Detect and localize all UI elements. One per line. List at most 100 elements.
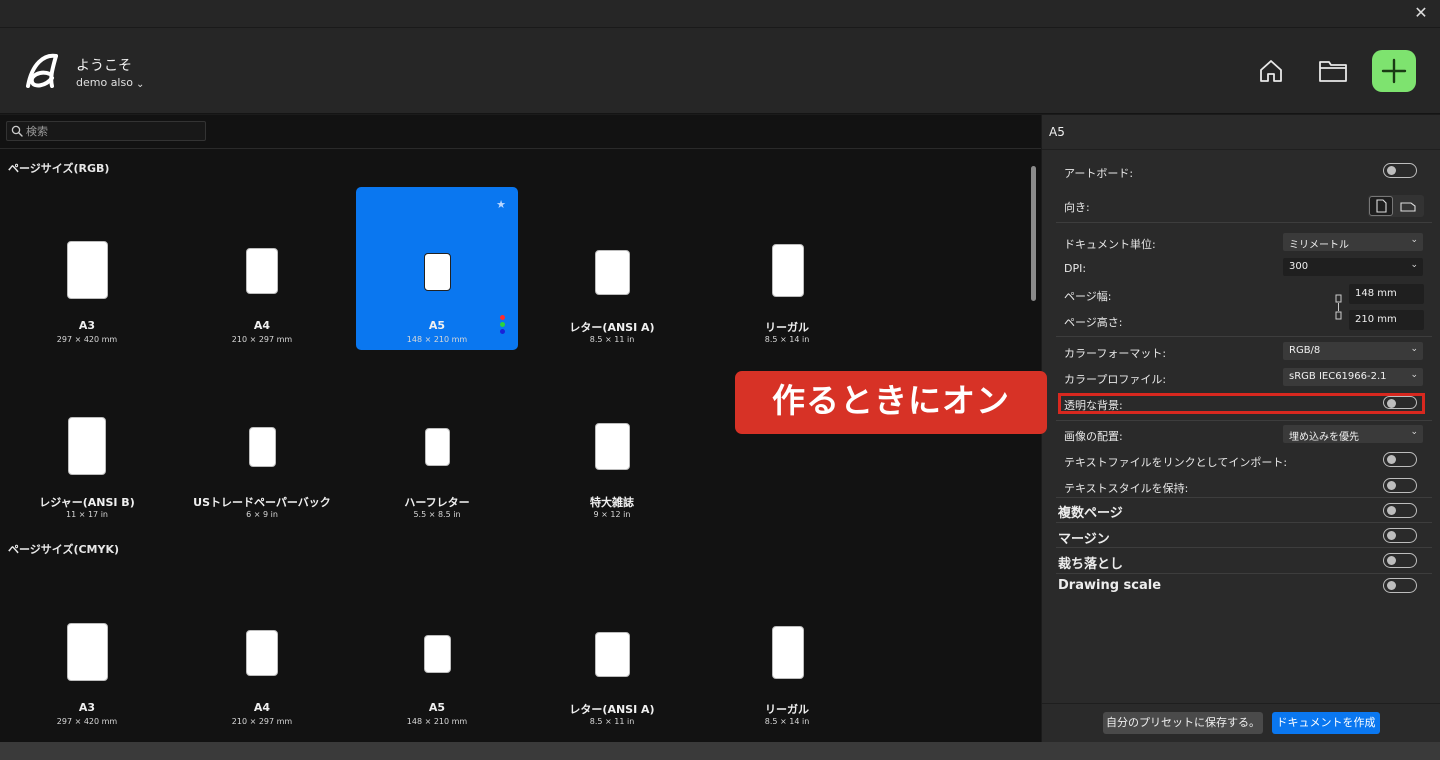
section-title-rgb: ページサイズ(RGB) (8, 162, 110, 175)
preset-card-cmyk-a4[interactable]: A4 210 × 297 mm (181, 569, 343, 732)
page-thumbnail (595, 423, 630, 470)
rgb-color-dots-icon (500, 315, 505, 336)
window-titlebar: ✕ (0, 0, 1440, 28)
multi-page-section[interactable]: 複数ページ (1058, 502, 1123, 521)
page-thumbnail (249, 427, 276, 467)
open-folder-button[interactable] (1311, 50, 1355, 92)
preset-name: レジャー(ANSI B) (39, 496, 135, 509)
keep-text-style-toggle[interactable] (1383, 478, 1417, 493)
artboard-label: アートボード: (1064, 167, 1134, 180)
chevron-down-icon: ⌄ (1410, 235, 1418, 245)
preset-card-letter[interactable]: レター(ANSI A) 8.5 × 11 in (531, 187, 693, 350)
color-format-select[interactable]: RGB/8 ⌄ (1283, 342, 1423, 360)
document-units-label: ドキュメント単位: (1064, 238, 1156, 251)
preset-card-half-letter[interactable]: ハーフレター 5.5 × 8.5 in (356, 362, 518, 525)
preset-card-cmyk-a3[interactable]: A3 297 × 420 mm (6, 569, 168, 732)
search-input[interactable] (26, 124, 196, 138)
page-thumbnail (772, 626, 804, 679)
preset-name: A5 (428, 319, 446, 332)
vertical-scrollbar[interactable] (1031, 166, 1036, 301)
chevron-down-icon: ⌄ (1410, 370, 1418, 380)
preset-size: 5.5 × 8.5 in (413, 510, 461, 519)
preset-card-tabloid-magazine[interactable]: 特大雑誌 9 × 12 in (531, 362, 693, 525)
document-units-value: ミリメートル (1289, 240, 1349, 251)
keep-text-style-label: テキストスタイルを保持: (1064, 482, 1189, 495)
page-width-field[interactable]: 148 mm (1349, 284, 1424, 304)
margins-section[interactable]: マージン (1058, 528, 1110, 547)
page-thumbnail (595, 250, 630, 295)
divider (1056, 336, 1432, 337)
save-preset-button[interactable]: 自分のプリセットに保存する。 (1103, 712, 1263, 734)
page-height-field[interactable]: 210 mm (1349, 310, 1424, 330)
home-button[interactable] (1249, 50, 1293, 92)
section-title-cmyk: ページサイズ(CMYK) (8, 543, 120, 556)
chevron-down-icon: ⌄ (135, 79, 145, 90)
preset-size: 11 × 17 in (66, 510, 108, 519)
image-placement-select[interactable]: 埋め込みを優先 ⌄ (1283, 425, 1423, 443)
import-text-as-link-toggle[interactable] (1383, 452, 1417, 467)
plus-icon (1381, 58, 1407, 84)
star-icon[interactable]: ★ (496, 198, 506, 211)
preset-size: 297 × 420 mm (56, 717, 118, 726)
drawing-scale-section[interactable]: Drawing scale (1058, 578, 1161, 593)
close-icon[interactable]: ✕ (1412, 4, 1430, 22)
user-menu[interactable]: demo also ⌄ (76, 76, 145, 90)
artboard-toggle[interactable] (1383, 163, 1417, 178)
preset-card-a3[interactable]: A3 297 × 420 mm (6, 187, 168, 350)
dpi-select[interactable]: 300 ⌄ (1283, 258, 1423, 276)
annotation-callout: 作るときにオン (735, 371, 1047, 434)
preset-size: 210 × 297 mm (231, 335, 293, 344)
image-placement-label: 画像の配置: (1064, 430, 1123, 443)
preset-card-ledger[interactable]: レジャー(ANSI B) 11 × 17 in (6, 362, 168, 525)
preset-name: リーガル (765, 321, 809, 334)
import-text-as-link-label: テキストファイルをリンクとしてインポート: (1064, 456, 1288, 469)
preset-card-a5-selected[interactable]: ★ A5 148 × 210 mm (356, 187, 518, 350)
bottom-status-strip (0, 742, 1440, 760)
bleed-section[interactable]: 裁ち落とし (1058, 553, 1123, 572)
preset-card-cmyk-legal[interactable]: リーガル 8.5 × 14 in (706, 569, 868, 732)
portrait-button[interactable] (1369, 196, 1393, 216)
preset-name: A5 (428, 701, 446, 714)
green-dot (500, 322, 505, 327)
divider (1042, 703, 1440, 704)
chevron-down-icon: ⌄ (1410, 344, 1418, 354)
preset-size: 9 × 12 in (593, 510, 631, 519)
preset-card-cmyk-a5[interactable]: A5 148 × 210 mm (356, 569, 518, 732)
preset-size: 148 × 210 mm (406, 335, 468, 344)
image-placement-value: 埋め込みを優先 (1289, 432, 1359, 443)
preset-size: 8.5 × 14 in (764, 717, 810, 726)
bleed-toggle[interactable] (1383, 553, 1417, 568)
chevron-down-icon: ⌄ (1410, 427, 1418, 437)
page-thumbnail (425, 428, 450, 466)
preset-size: 6 × 9 in (246, 510, 278, 519)
preset-size: 8.5 × 14 in (764, 335, 810, 344)
welcome-text: ようこそ (76, 58, 132, 74)
color-profile-select[interactable]: sRGB IEC61966-2.1 ⌄ (1283, 368, 1423, 386)
document-units-select[interactable]: ミリメートル ⌄ (1283, 233, 1423, 251)
preset-name: A3 (78, 701, 96, 714)
search-box[interactable] (6, 121, 206, 141)
link-dimensions-icon[interactable] (1334, 294, 1343, 320)
preset-name: A4 (253, 319, 271, 332)
create-document-button[interactable]: ドキュメントを作成 (1272, 712, 1380, 734)
portrait-page-icon (1376, 199, 1387, 213)
preset-card-us-trade-paperback[interactable]: USトレードペーパーバック 6 × 9 in (181, 362, 343, 525)
page-height-label: ページ高さ: (1064, 316, 1123, 329)
chevron-down-icon: ⌄ (1410, 260, 1418, 270)
margins-toggle[interactable] (1383, 528, 1417, 543)
drawing-scale-toggle[interactable] (1383, 578, 1417, 593)
multi-page-toggle[interactable] (1383, 503, 1417, 518)
divider (0, 148, 1041, 149)
preset-card-a4[interactable]: A4 210 × 297 mm (181, 187, 343, 350)
header: ようこそ demo also ⌄ (0, 28, 1440, 114)
preset-card-cmyk-letter[interactable]: レター(ANSI A) 8.5 × 11 in (531, 569, 693, 732)
orientation-selector (1368, 195, 1424, 217)
orientation-label: 向き: (1064, 201, 1090, 214)
preset-size: 8.5 × 11 in (589, 335, 635, 344)
new-document-button[interactable] (1372, 50, 1416, 92)
landscape-page-icon[interactable] (1400, 199, 1416, 213)
preset-name: A4 (253, 701, 271, 714)
preset-card-legal[interactable]: リーガル 8.5 × 14 in (706, 187, 868, 350)
divider (1042, 149, 1440, 150)
page-width-label: ページ幅: (1064, 290, 1112, 303)
